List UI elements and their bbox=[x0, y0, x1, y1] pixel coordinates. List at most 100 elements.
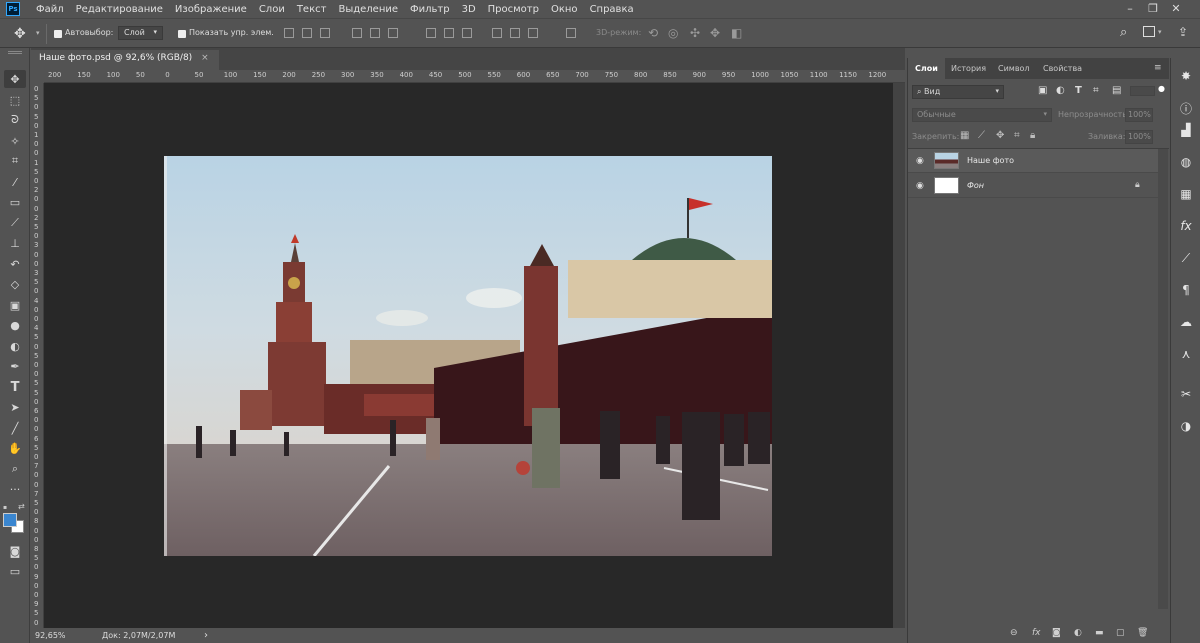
show-controls-checkbox[interactable] bbox=[178, 30, 186, 38]
align-top-icon[interactable] bbox=[284, 28, 294, 38]
menu-help[interactable]: Справка bbox=[584, 4, 640, 15]
path-selection-icon[interactable]: ➤ bbox=[4, 398, 26, 416]
visibility-eye-icon[interactable]: ◉ bbox=[916, 181, 924, 191]
quick-mask-icon[interactable]: ◙ bbox=[4, 542, 26, 560]
lock-pixels-icon[interactable]: ⟋ bbox=[978, 130, 985, 141]
paths-icon[interactable]: ⋏ bbox=[1176, 344, 1196, 364]
navigator-icon[interactable]: ✸ bbox=[1176, 66, 1196, 86]
blend-mode-dropdown[interactable]: Обычные ▾ bbox=[912, 108, 1052, 122]
filter-type-icon[interactable]: T bbox=[1075, 85, 1082, 96]
filter-on-dot[interactable]: ● bbox=[1158, 84, 1165, 93]
vertical-ruler[interactable]: 0505010015020025030035040045050055060065… bbox=[31, 83, 44, 628]
menu-edit[interactable]: Редактирование bbox=[70, 4, 169, 15]
status-menu-arrow-icon[interactable]: › bbox=[204, 630, 208, 641]
link-layers-icon[interactable]: ⊖ bbox=[1010, 628, 1018, 638]
align-bottom-icon[interactable] bbox=[320, 28, 330, 38]
zoom-icon[interactable]: ⌕ bbox=[4, 460, 26, 478]
type-icon[interactable]: T bbox=[4, 378, 26, 396]
align-right-icon[interactable] bbox=[388, 28, 398, 38]
distribute-horizontal-center-icon[interactable] bbox=[510, 28, 520, 38]
menu-window[interactable]: Окно bbox=[545, 4, 584, 15]
info-icon[interactable]: ⓘ bbox=[1176, 98, 1196, 118]
minimize-button[interactable]: – bbox=[1120, 1, 1140, 17]
lasso-icon[interactable]: ᘐ bbox=[4, 111, 26, 129]
crop-icon[interactable]: ⌗ bbox=[4, 152, 26, 170]
hand-icon[interactable]: ✋ bbox=[4, 439, 26, 457]
align-left-icon[interactable] bbox=[352, 28, 362, 38]
screen-mode-icon[interactable]: ▭ bbox=[4, 562, 26, 580]
auto-align-layers-icon[interactable] bbox=[566, 28, 576, 38]
tools-presets-icon[interactable]: ✂ bbox=[1176, 384, 1196, 404]
menu-file[interactable]: Файл bbox=[30, 4, 70, 15]
tab-history[interactable]: История bbox=[944, 58, 993, 79]
add-mask-icon[interactable]: ◙ bbox=[1052, 628, 1061, 638]
3d-roll-icon[interactable]: ◎ bbox=[668, 26, 678, 40]
lock-transparent-icon[interactable]: ▦ bbox=[960, 130, 969, 141]
align-horizontal-center-icon[interactable] bbox=[370, 28, 380, 38]
new-group-icon[interactable]: ▬ bbox=[1095, 628, 1104, 638]
share-icon[interactable]: ⇪ bbox=[1178, 25, 1188, 39]
document-image[interactable] bbox=[164, 156, 772, 556]
distribute-bottom-icon[interactable] bbox=[462, 28, 472, 38]
tool-preset-chevron-icon[interactable]: ▾ bbox=[36, 29, 40, 37]
delete-layer-icon[interactable]: 🗑︎ bbox=[1137, 628, 1148, 638]
distribute-top-icon[interactable] bbox=[426, 28, 436, 38]
layer-name[interactable]: Фон bbox=[967, 181, 984, 190]
menu-type[interactable]: Текст bbox=[291, 4, 333, 15]
3d-icon[interactable]: ◍ bbox=[1176, 152, 1196, 172]
brush-settings-icon[interactable]: ⟋ bbox=[1176, 248, 1196, 268]
workspace-icon[interactable] bbox=[1143, 26, 1155, 37]
panel-menu-icon[interactable]: ≡ bbox=[1154, 63, 1162, 73]
pen-icon[interactable]: ✒ bbox=[4, 357, 26, 375]
adjustments-icon[interactable]: ◑ bbox=[1176, 416, 1196, 436]
align-vertical-center-icon[interactable] bbox=[302, 28, 312, 38]
gradient-icon[interactable]: ▣ bbox=[4, 296, 26, 314]
menu-layers[interactable]: Слои bbox=[253, 4, 291, 15]
fill-input[interactable]: 100% bbox=[1125, 130, 1153, 144]
new-layer-icon[interactable]: ▢ bbox=[1116, 628, 1125, 638]
distribute-vertical-center-icon[interactable] bbox=[444, 28, 454, 38]
menu-select[interactable]: Выделение bbox=[332, 4, 404, 15]
filter-pixel-icon[interactable]: ▣ bbox=[1038, 85, 1047, 96]
autoselect-dropdown[interactable]: Слой ▾ bbox=[118, 26, 163, 40]
brush-icon[interactable]: ⟋ bbox=[4, 214, 26, 232]
3d-orbit-icon[interactable]: ⟲ bbox=[648, 26, 658, 40]
history-brush-icon[interactable]: ↶ bbox=[4, 255, 26, 273]
healing-brush-icon[interactable]: ▭ bbox=[4, 193, 26, 211]
libraries-icon[interactable]: ☁ bbox=[1176, 312, 1196, 332]
line-icon[interactable]: ╱ bbox=[4, 419, 26, 437]
foreground-color-swatch[interactable] bbox=[3, 513, 17, 527]
autoselect-checkbox[interactable] bbox=[54, 30, 62, 38]
filter-toggle[interactable] bbox=[1130, 86, 1155, 96]
visibility-eye-icon[interactable]: ◉ bbox=[916, 156, 924, 166]
3d-scale-icon[interactable]: ◧ bbox=[731, 26, 742, 40]
opacity-input[interactable]: 100% bbox=[1125, 108, 1153, 122]
menu-3d[interactable]: 3D bbox=[456, 4, 482, 15]
distribute-right-icon[interactable] bbox=[528, 28, 538, 38]
lock-artboard-icon[interactable]: ⌗ bbox=[1014, 130, 1020, 141]
move-tool-icon[interactable]: ✥ bbox=[14, 26, 26, 42]
layer-filter-dropdown[interactable]: ⌕ Вид ▾ bbox=[912, 85, 1004, 99]
swatches-icon[interactable]: ▦ bbox=[1176, 184, 1196, 204]
layer-style-icon[interactable]: fx bbox=[1032, 628, 1041, 638]
dodge-icon[interactable]: ◐ bbox=[4, 337, 26, 355]
document-tab[interactable]: Наше фото.psd @ 92,6% (RGB/8) × bbox=[31, 50, 219, 70]
layer-row[interactable]: ◉ Наше фото bbox=[908, 149, 1158, 173]
layer-name[interactable]: Наше фото bbox=[967, 156, 1014, 165]
filter-shape-icon[interactable]: ⌗ bbox=[1093, 85, 1099, 96]
menu-filter[interactable]: Фильтр bbox=[404, 4, 456, 15]
blur-icon[interactable]: ● bbox=[4, 316, 26, 334]
menu-image[interactable]: Изображение bbox=[169, 4, 253, 15]
new-adjustment-layer-icon[interactable]: ◐ bbox=[1074, 628, 1082, 638]
lock-all-icon[interactable]: 🔒︎ bbox=[1030, 130, 1035, 141]
3d-pan-icon[interactable]: ✣ bbox=[690, 26, 700, 40]
more-tools-icon[interactable]: ··· bbox=[4, 480, 26, 498]
restore-button[interactable]: ❐ bbox=[1143, 1, 1163, 17]
zoom-level[interactable]: 92,65% bbox=[35, 631, 66, 640]
histogram-icon[interactable]: ▟ bbox=[1176, 120, 1196, 140]
lock-position-icon[interactable]: ✥ bbox=[996, 130, 1004, 141]
magic-wand-icon[interactable]: ✧ bbox=[4, 132, 26, 150]
default-colors-icon[interactable]: ▪ bbox=[3, 504, 7, 511]
marquee-icon[interactable]: ⬚ bbox=[4, 91, 26, 109]
filter-adjustment-icon[interactable]: ◐ bbox=[1056, 85, 1065, 96]
